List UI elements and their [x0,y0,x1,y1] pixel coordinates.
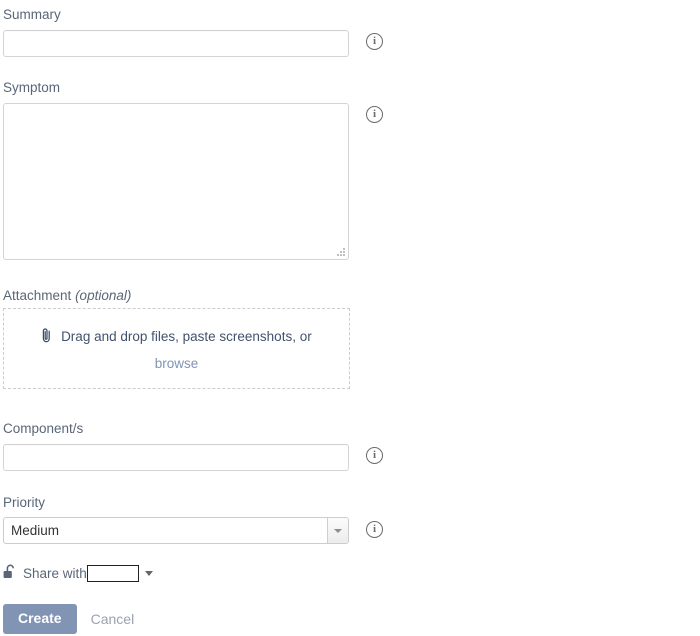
attachment-optional-text: (optional) [75,288,132,303]
dropzone-instruction: Drag and drop files, paste screenshots, … [4,328,349,347]
dropzone-browse-row: browse [4,355,349,371]
summary-info-icon[interactable]: i [366,33,383,50]
paperclip-icon [41,328,52,347]
share-with-chevron-down-icon[interactable] [144,571,153,576]
components-label: Component/s [3,421,84,436]
symptom-info-icon[interactable]: i [366,106,383,123]
cancel-button[interactable]: Cancel [91,611,135,627]
summary-input[interactable] [3,30,349,57]
symptom-input-row [3,103,349,260]
create-button[interactable]: Create [3,604,77,634]
priority-dropdown-button[interactable] [327,518,348,543]
priority-selected-value: Medium [11,523,60,538]
dropzone-text: Drag and drop files, paste screenshots, … [61,329,312,344]
symptom-textarea[interactable] [3,103,349,260]
priority-select-row: Medium [3,517,349,544]
form-actions: Create Cancel [3,604,134,634]
share-with-row: Share with [3,564,153,583]
attachment-label: Attachment (optional) [3,288,131,304]
symptom-label: Symptom [3,80,61,95]
components-info-icon[interactable]: i [366,447,383,464]
unlocked-padlock-icon [3,564,17,583]
priority-select[interactable]: Medium [3,517,349,544]
field-summary: Summary [3,7,61,23]
chevron-down-icon [334,528,342,533]
summary-label: Summary [3,7,61,22]
share-with-input[interactable] [86,565,139,582]
attachment-dropzone[interactable]: Drag and drop files, paste screenshots, … [3,308,350,389]
attachment-dropzone-row: Drag and drop files, paste screenshots, … [3,308,350,389]
field-attachment: Attachment (optional) [3,288,131,304]
field-symptom: Symptom [3,80,60,96]
attachment-label-text: Attachment [3,288,72,303]
field-priority: Priority [3,495,45,511]
components-input-row [3,444,349,471]
share-with-label: Share with [23,566,87,581]
browse-link[interactable]: browse [155,356,199,371]
priority-label: Priority [3,495,46,510]
components-input[interactable] [3,444,349,471]
field-components: Component/s [3,421,83,437]
priority-info-icon[interactable]: i [366,521,383,538]
summary-input-row [3,30,349,57]
